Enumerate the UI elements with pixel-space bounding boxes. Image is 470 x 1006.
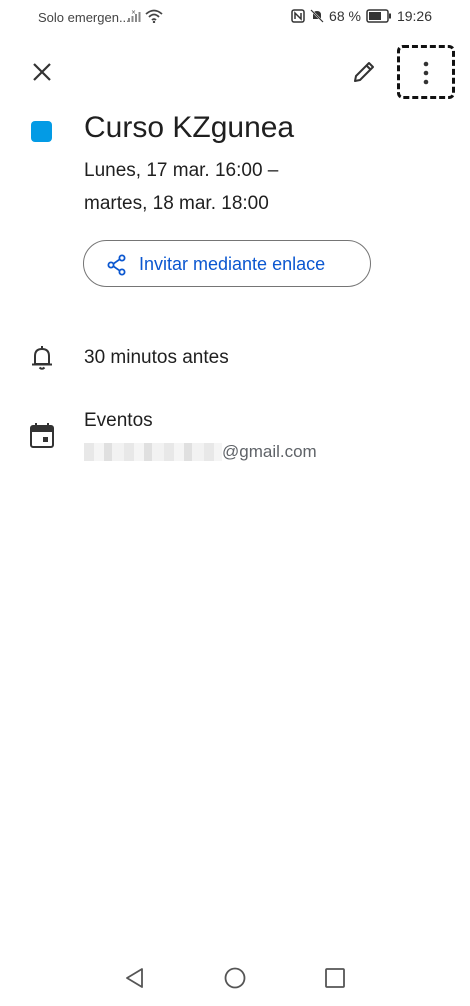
invite-link-button[interactable]: Invitar mediante enlace (83, 240, 371, 287)
status-bar: Solo emergen... × 68 % 19:26 (0, 0, 470, 36)
more-vert-icon (423, 61, 429, 85)
event-date-end: martes, 18 mar. 18:00 (84, 193, 269, 214)
clock: 19:26 (396, 8, 432, 24)
reminder-text[interactable]: 30 minutos antes (84, 347, 229, 369)
battery-percent: 68 % (329, 8, 361, 24)
calendar-name: Eventos (84, 410, 153, 431)
close-icon (33, 63, 51, 81)
account-email-suffix: @gmail.com (222, 442, 317, 461)
event-title: Curso KZgunea (84, 111, 295, 144)
pencil-icon (354, 62, 374, 82)
nav-recents-icon[interactable] (323, 966, 347, 990)
nav-back-icon[interactable] (123, 966, 147, 990)
edit-button[interactable] (350, 58, 378, 86)
wifi-icon (145, 9, 163, 23)
status-right-group: 68 % 19:26 (291, 8, 432, 24)
svg-text:×: × (131, 9, 136, 16)
calendar-account: @gmail.com (84, 441, 317, 463)
nfc-icon (291, 9, 305, 23)
carrier-text: Solo emergen... (38, 10, 130, 25)
event-date-start: Lunes, 17 mar. 16:00 – (84, 160, 279, 181)
invite-link-label: Invitar mediante enlace (139, 254, 326, 274)
bell-icon (32, 346, 52, 370)
battery-icon (366, 9, 391, 23)
no-signal-icon: × (128, 9, 141, 22)
nav-home-icon[interactable] (223, 966, 247, 990)
mute-bell-icon (310, 9, 324, 23)
calendar-icon (30, 423, 54, 448)
more-options-button[interactable] (397, 45, 455, 99)
close-button[interactable] (28, 58, 56, 86)
redacted-account-name (84, 443, 222, 461)
event-color-chip (31, 121, 52, 142)
share-icon (107, 254, 126, 276)
